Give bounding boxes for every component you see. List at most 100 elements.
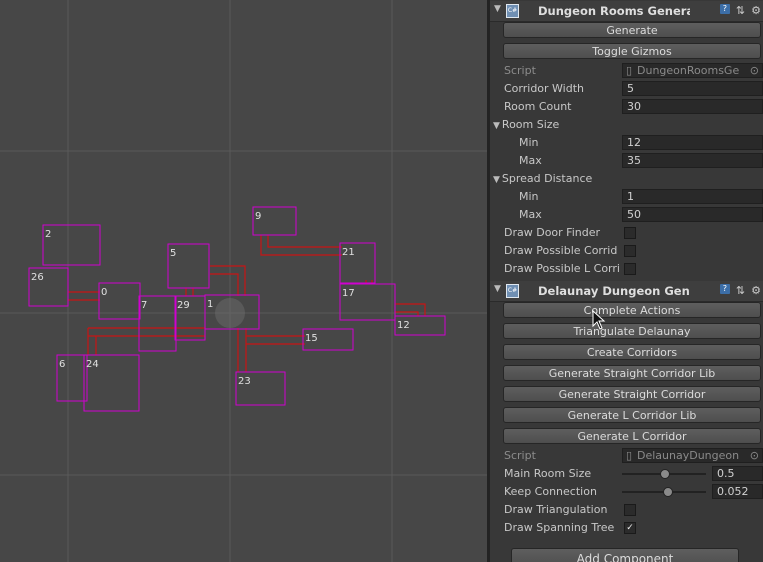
foldout-arrow-icon[interactable]: ▼ [493, 121, 500, 131]
component-title: Delaunay Dungeon Gen [538, 284, 690, 298]
foldout-arrow-icon[interactable]: ▼ [494, 4, 501, 14]
script-icon: C# [506, 4, 519, 18]
draw-door-finder-checkbox[interactable] [624, 227, 636, 239]
room-size-min-input[interactable]: 12 [622, 135, 763, 150]
toggle-gizmos-button[interactable]: Toggle Gizmos [503, 43, 761, 59]
room-label: 23 [238, 376, 251, 387]
room-size-max-row: Max 35 [490, 152, 763, 170]
draw-triangulation-label: Draw Triangulation [504, 503, 608, 516]
corridor [210, 265, 246, 296]
foldout-arrow-icon[interactable]: ▼ [494, 284, 501, 294]
room-label: 21 [342, 247, 355, 258]
draw-possible-corridors-checkbox[interactable] [624, 245, 636, 257]
spread-max-input[interactable]: 50 [622, 207, 763, 222]
create-corridors-button[interactable]: Create Corridors [503, 344, 761, 360]
spread-max-row: Max 50 [490, 206, 763, 224]
script-icon: C# [506, 284, 519, 298]
draw-door-finder-label: Draw Door Finder [504, 226, 601, 239]
component-header-delaunay[interactable]: ▼ C# Delaunay Dungeon Gen ? ⇅ ⚙ [490, 281, 763, 302]
room-count-input[interactable]: 30 [622, 99, 763, 114]
scene-grid [0, 0, 487, 562]
scene-canvas[interactable]: 2260529 176 2492117121523 [0, 0, 487, 562]
draw-spanning-tree-checkbox[interactable]: ✓ [624, 522, 636, 534]
corridor-width-input[interactable]: 5 [622, 81, 763, 96]
script-object-field: ▯ DelaunayDungeon ⊙ [622, 448, 763, 463]
help-icon[interactable]: ? [719, 4, 730, 14]
room-label: 9 [255, 211, 261, 222]
spread-min-input[interactable]: 1 [622, 189, 763, 204]
corridor-group [68, 235, 426, 372]
help-icon[interactable]: ? [719, 284, 730, 294]
draw-possible-l-label: Draw Possible L Corri [504, 262, 620, 275]
corridor [260, 235, 342, 256]
corridor [395, 303, 426, 316]
corridor [185, 288, 194, 296]
main-room-size-row: Main Room Size 0.5 [490, 465, 763, 483]
component-header-dungeon-rooms[interactable]: ▼ C# Dungeon Rooms Genera ? ⇅ ⚙ [490, 1, 763, 22]
room-label: 2 [45, 229, 51, 240]
pivot-handle[interactable] [215, 298, 245, 328]
corridor-width-label: Corridor Width [504, 82, 585, 95]
room-label: 24 [86, 359, 99, 370]
gear-icon[interactable]: ⚙ [751, 284, 761, 297]
main-room-size-label: Main Room Size [504, 467, 592, 480]
room-label: 7 [141, 300, 147, 311]
generate-straight-corridor-lib-button[interactable]: Generate Straight Corridor Lib [503, 365, 761, 381]
room-label: 0 [101, 287, 107, 298]
draw-door-finder-row: Draw Door Finder [490, 224, 763, 242]
mouse-cursor-icon [592, 310, 606, 330]
room-size-max-input[interactable]: 35 [622, 153, 763, 168]
delaunay-script-row: Script ▯ DelaunayDungeon ⊙ [490, 447, 763, 465]
room-size-foldout[interactable]: ▼ Room Size [490, 116, 763, 134]
generate-straight-corridor-button[interactable]: Generate Straight Corridor [503, 386, 761, 402]
triangulate-delaunay-button[interactable]: Triangulate Delaunay [503, 323, 761, 339]
draw-triangulation-row: Draw Triangulation [490, 501, 763, 519]
preset-icon[interactable]: ⇅ [736, 4, 745, 17]
room-label: 26 [31, 272, 44, 283]
draw-possible-corridors-row: Draw Possible Corrid [490, 242, 763, 260]
spread-distance-label: Spread Distance [501, 172, 593, 185]
spread-distance-foldout[interactable]: ▼ Spread Distance [490, 170, 763, 188]
add-component-button[interactable]: Add Component [511, 548, 739, 562]
room-size-min-row: Min 12 [490, 134, 763, 152]
draw-triangulation-checkbox[interactable] [624, 504, 636, 516]
scene-view[interactable]: 2 26 0 5 29 1 7 6 24 9 21 17 12 15 23 [0, 0, 487, 562]
component-title: Dungeon Rooms Genera [538, 4, 690, 18]
slider-knob[interactable] [663, 487, 674, 497]
preset-icon[interactable]: ⇅ [736, 284, 745, 297]
corridor [68, 291, 100, 301]
script-file-icon: ▯ [626, 64, 633, 77]
inspector-panel: ▼ C# Dungeon Rooms Genera ? ⇅ ⚙ Generate… [490, 0, 763, 562]
main-room-size-input[interactable]: 0.5 [712, 466, 763, 481]
room-size-min-label: Min [519, 136, 539, 149]
object-picker-icon[interactable]: ⊙ [750, 449, 759, 462]
keep-connection-input[interactable]: 0.052 [712, 484, 763, 499]
room-count-label: Room Count [504, 100, 572, 113]
keep-connection-label: Keep Connection [504, 485, 597, 498]
keep-connection-slider[interactable] [622, 487, 706, 497]
room-label: 12 [397, 320, 410, 331]
generate-l-corridor-button[interactable]: Generate L Corridor [503, 428, 761, 444]
keep-connection-row: Keep Connection 0.052 [490, 483, 763, 501]
draw-possible-corridors-label: Draw Possible Corrid [504, 244, 618, 257]
generate-l-corridor-lib-button[interactable]: Generate L Corridor Lib [503, 407, 761, 423]
room-label: 15 [305, 333, 318, 344]
script-value: DelaunayDungeon [637, 449, 740, 462]
draw-possible-l-checkbox[interactable] [624, 263, 636, 275]
complete-actions-button[interactable]: Complete Actions [503, 302, 761, 318]
main-room-size-slider[interactable] [622, 469, 706, 479]
generate-button[interactable]: Generate [503, 22, 761, 38]
foldout-arrow-icon[interactable]: ▼ [493, 175, 500, 185]
room-outline [42, 224, 101, 266]
script-label: Script [504, 449, 536, 462]
room-size-max-label: Max [519, 154, 542, 167]
gear-icon[interactable]: ⚙ [751, 4, 761, 17]
draw-possible-l-row: Draw Possible L Corri [490, 260, 763, 278]
script-file-icon: ▯ [626, 449, 633, 462]
corridor-width-row: Corridor Width 5 [490, 80, 763, 98]
object-picker-icon[interactable]: ⊙ [750, 64, 759, 77]
slider-knob[interactable] [660, 469, 670, 479]
room-size-label: Room Size [501, 118, 560, 131]
room-label: 5 [170, 248, 176, 259]
spread-min-label: Min [519, 190, 539, 203]
